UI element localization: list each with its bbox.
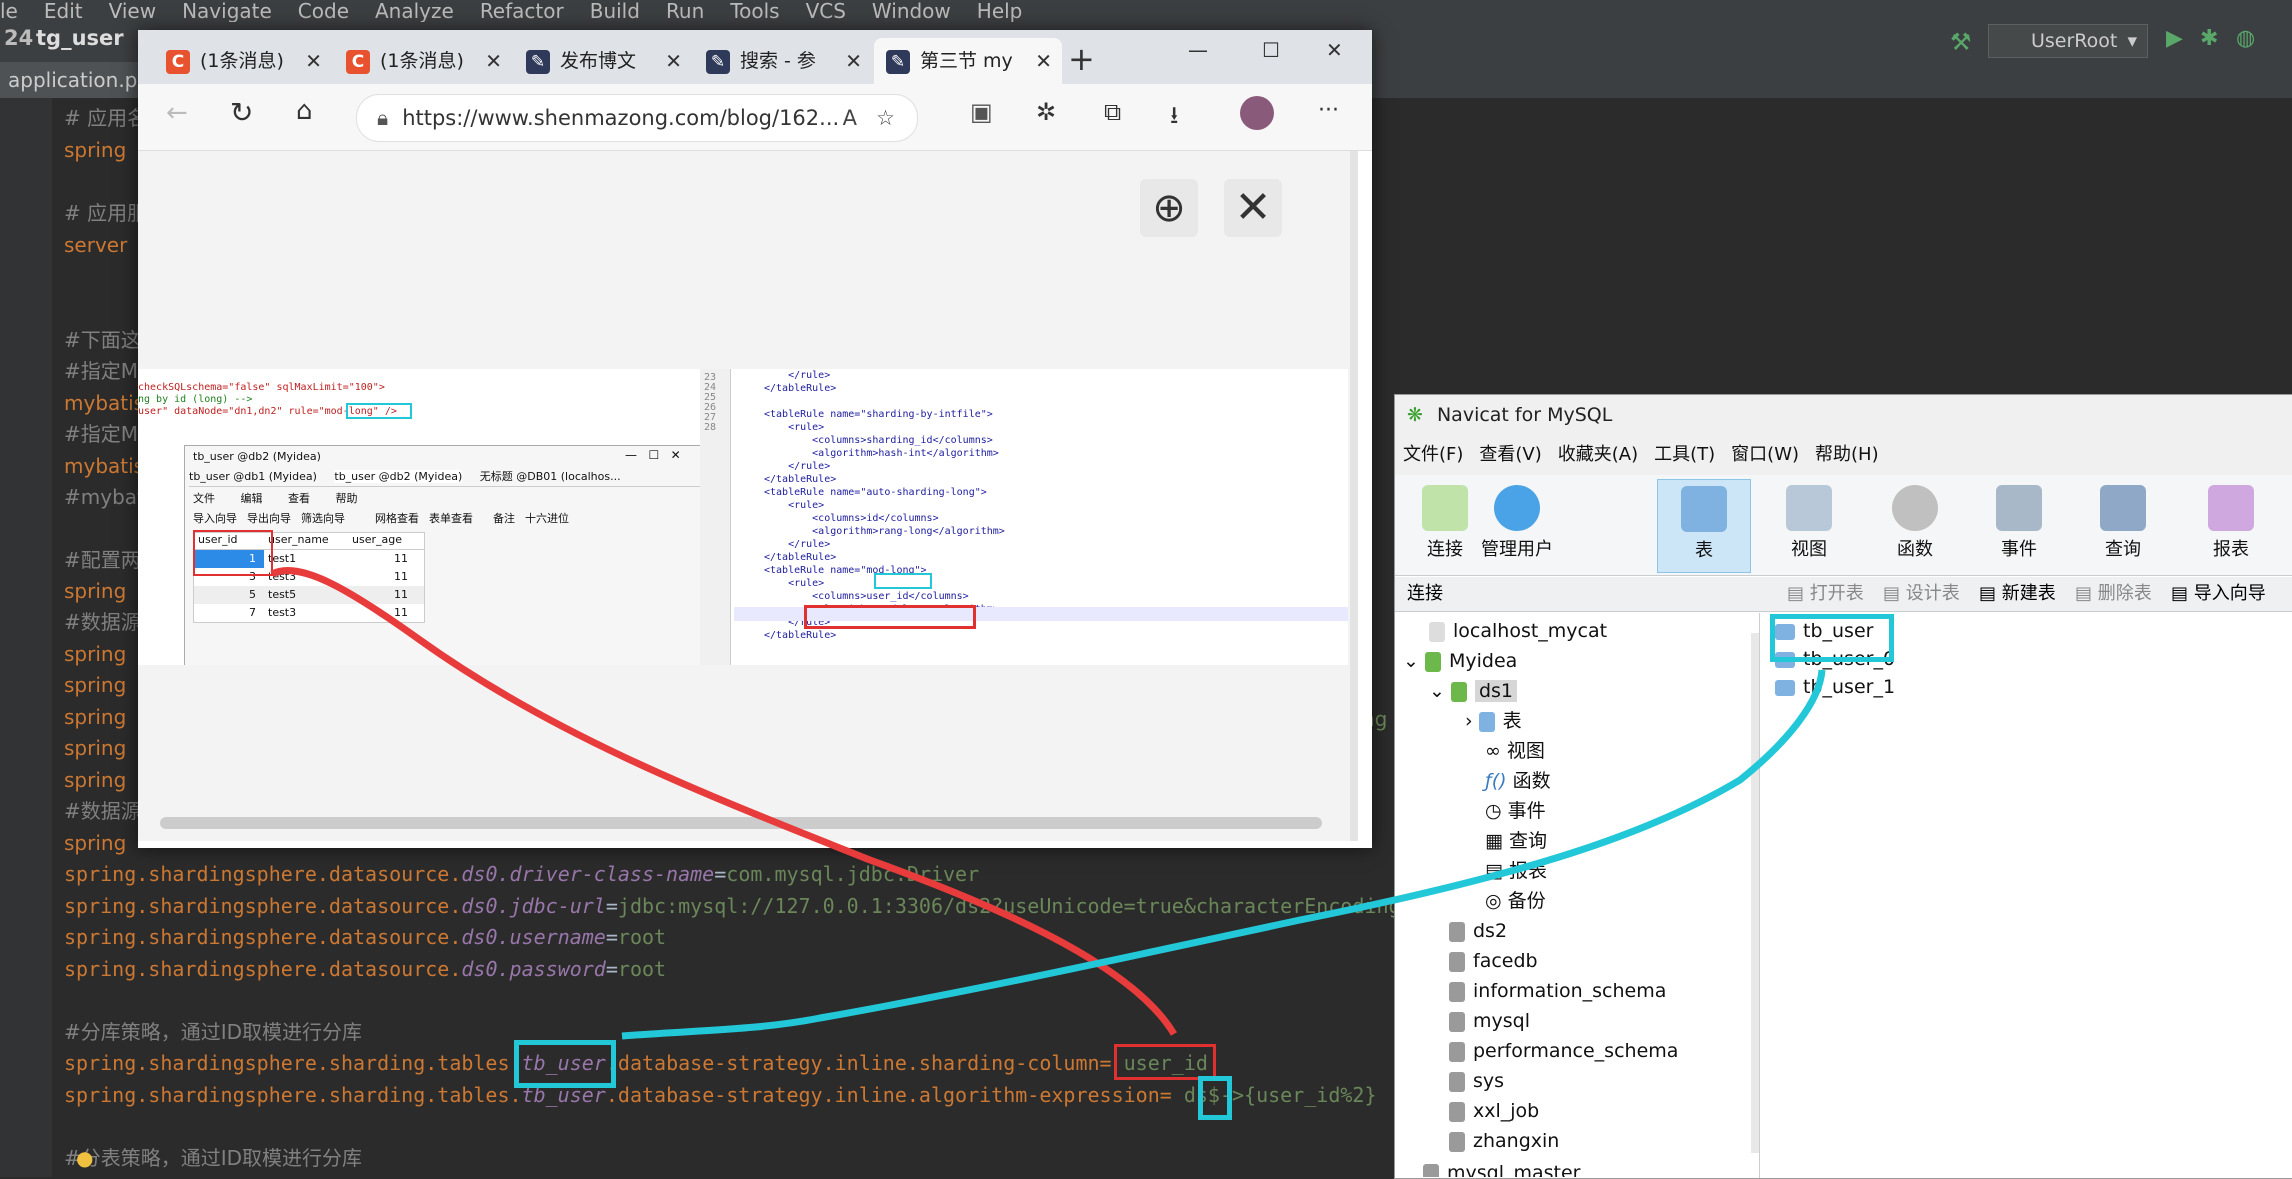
annotation-arrows [270, 567, 1826, 1040]
red-annotation-arrow [270, 567, 1178, 1036]
cyan-annotation-arrow [621, 669, 1826, 1040]
lightbulb-icon[interactable]: ● [76, 1146, 93, 1170]
